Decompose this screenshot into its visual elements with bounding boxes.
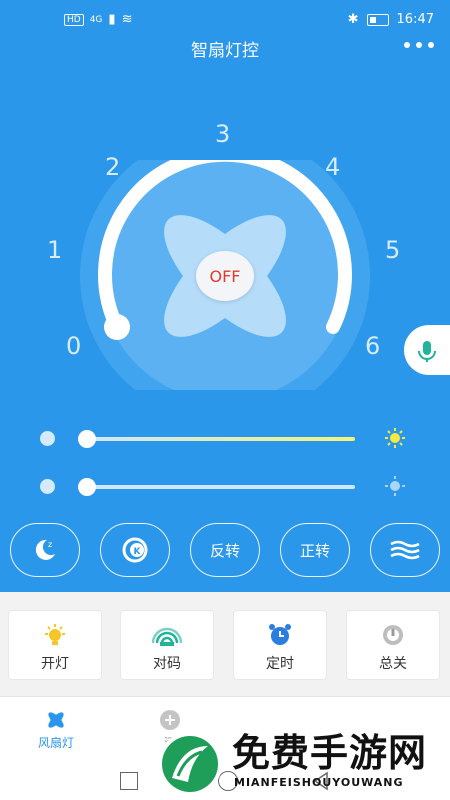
watermark-title: 免费手游网: [232, 730, 428, 775]
dial-tick-0: 0: [66, 332, 82, 360]
pair-label: 对码: [153, 656, 181, 672]
dial-tick-5: 5: [385, 236, 401, 264]
reverse-button[interactable]: 反转: [190, 523, 260, 577]
battery-icon: [366, 13, 389, 26]
nav-fan-light[interactable]: 风扇灯: [26, 709, 86, 751]
color-temp-knob[interactable]: [78, 478, 96, 496]
more-options-icon[interactable]: [404, 42, 434, 48]
timer-card[interactable]: 定时: [233, 610, 327, 680]
sleep-mode-button[interactable]: z: [10, 523, 80, 577]
moon-sleep-icon: z: [35, 539, 55, 560]
light-on-label: 开灯: [41, 656, 69, 672]
wifi-icon: ≋: [121, 12, 133, 27]
watermark-subtitle: MIANFEISHOUYOUWANG: [234, 776, 404, 789]
dial-tick-4: 4: [325, 153, 341, 181]
recents-icon[interactable]: [120, 772, 138, 790]
color-temp-min-dot: [40, 479, 55, 494]
svg-text:K: K: [134, 547, 142, 557]
signal-icon: ▮: [108, 12, 116, 27]
fan-icon: [48, 712, 64, 728]
alarm-clock-icon: [269, 624, 291, 645]
wind-waves-icon: [390, 540, 420, 560]
sun-bright-icon: [385, 428, 405, 448]
brightness-track[interactable]: [85, 437, 355, 441]
natural-wind-button[interactable]: [370, 523, 440, 577]
network-type: 4G: [89, 14, 103, 25]
k-mode-button[interactable]: K: [100, 523, 170, 577]
sun-dim-icon: [385, 476, 405, 496]
bulb-icon: [45, 624, 65, 645]
voice-button[interactable]: [404, 325, 450, 375]
status-bar: HD 4G ▮ ≋ ✱ 16:47: [0, 0, 450, 40]
brightness-slider[interactable]: [40, 427, 410, 449]
forward-button[interactable]: 正转: [280, 523, 350, 577]
brightness-knob[interactable]: [78, 430, 96, 448]
dial-tick-6: 6: [365, 332, 381, 360]
pair-card[interactable]: 对码: [120, 610, 214, 680]
microphone-icon: [418, 341, 436, 362]
power-button[interactable]: OFF: [196, 251, 254, 301]
brightness-min-dot: [40, 431, 55, 446]
dial-tick-1: 1: [47, 236, 63, 264]
bluetooth-icon: ✱: [347, 12, 359, 27]
timer-label: 定时: [266, 656, 294, 672]
all-off-label: 总关: [379, 656, 407, 672]
signal-icon: [152, 627, 182, 646]
hd-badge: HD: [64, 13, 84, 26]
dial-tick-3: 3: [215, 120, 231, 148]
watermark: 免费手游网 MIANFEISHOUYOUWANG: [152, 714, 444, 798]
power-icon: [383, 625, 403, 645]
clock-time: 16:47: [396, 12, 434, 27]
color-temp-slider[interactable]: [40, 475, 410, 497]
color-temp-track[interactable]: [85, 485, 355, 489]
k-mode-icon: K: [122, 537, 148, 563]
light-on-card[interactable]: 开灯: [8, 610, 102, 680]
page-title: 智扇灯控: [191, 41, 259, 61]
svg-text:z: z: [48, 540, 52, 549]
nav-fan-light-label: 风扇灯: [37, 736, 74, 750]
watermark-emblem-icon: [162, 736, 218, 792]
watermark-logo: [158, 732, 222, 796]
dial-tick-2: 2: [105, 153, 121, 181]
all-off-card[interactable]: 总关: [346, 610, 440, 680]
